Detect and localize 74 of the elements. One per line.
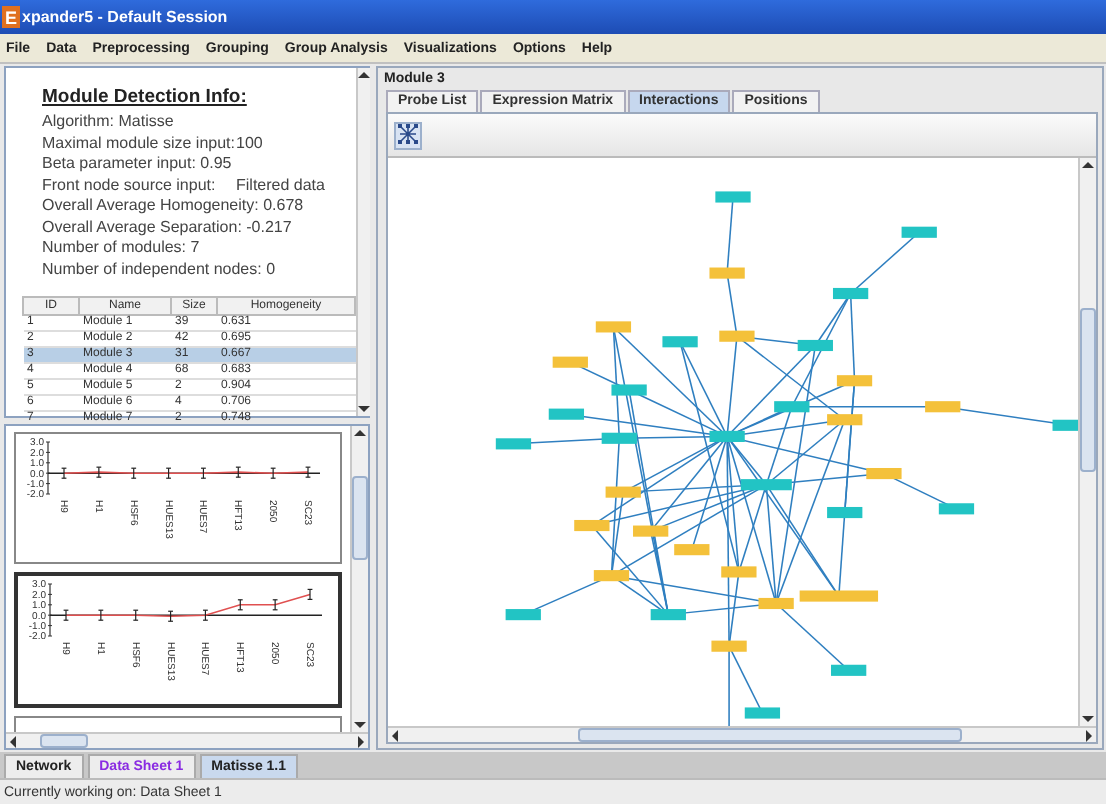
data-point (132, 609, 139, 621)
network-node (495, 438, 532, 450)
network-node (674, 544, 710, 556)
info-text: Beta parameter input: 0.95 (42, 154, 232, 175)
network-node (740, 479, 792, 491)
data-point (270, 467, 277, 479)
app-icon: E (2, 6, 20, 28)
network-node (831, 664, 867, 676)
data-point (307, 588, 313, 600)
data-point (165, 467, 172, 479)
data-point (235, 466, 242, 478)
data-point (130, 467, 137, 479)
network-node (721, 566, 757, 578)
network-node (709, 267, 745, 279)
y-axis (45, 441, 51, 495)
info-label: Front node source input: (42, 175, 218, 196)
network-node (744, 707, 781, 719)
network-node (799, 590, 879, 602)
network-node (832, 287, 869, 300)
network-node (662, 336, 698, 348)
network-node (715, 191, 751, 203)
network-node (719, 330, 755, 342)
data-point (200, 467, 207, 479)
network-node (505, 609, 541, 621)
data-point (272, 599, 279, 611)
network-node (709, 430, 745, 442)
data-point (63, 609, 69, 621)
network-node (605, 486, 641, 498)
info-heading: Module Detection Info: (42, 86, 247, 108)
info-text: Algorithm: Matisse (42, 112, 174, 133)
info-value: Filtered data (236, 175, 325, 196)
network-node (901, 226, 937, 238)
data-point (237, 599, 244, 611)
network-node (595, 321, 632, 333)
info-label: Maximal module size input: (42, 133, 236, 154)
network-node (548, 408, 584, 420)
vertical-scrollbar[interactable] (350, 426, 368, 732)
vertical-scrollbar[interactable] (356, 68, 370, 416)
network-node (650, 609, 686, 621)
horizontal-scrollbar[interactable] (6, 732, 368, 748)
data-point (95, 466, 102, 478)
y-axis (47, 583, 53, 637)
data-point (305, 466, 311, 478)
network-node (827, 506, 863, 519)
network-node (836, 375, 873, 387)
network-node (938, 503, 975, 515)
window-title: xpander5 - Default Session (22, 8, 228, 26)
network-node (925, 401, 961, 413)
network-node (758, 597, 794, 610)
info-value: 100 (236, 133, 263, 154)
info-text: Overall Average Homogeneity: 0.678 (42, 196, 304, 217)
info-text: Overall Average Separation: -0.217 (42, 217, 292, 238)
horizontal-scrollbar[interactable] (388, 726, 1096, 742)
network-node (1052, 419, 1078, 431)
info-text: Number of independent nodes: 0 (42, 259, 276, 280)
network-node (774, 401, 810, 413)
vertical-scrollbar[interactable] (1078, 158, 1096, 726)
network-node (827, 414, 863, 426)
network-node (797, 339, 833, 352)
network-node (601, 432, 637, 444)
network-node (711, 640, 747, 652)
network-node (593, 570, 630, 582)
network-node (552, 356, 588, 368)
layout-button[interactable] (394, 121, 422, 149)
network-node (611, 384, 647, 396)
data-point (97, 609, 104, 621)
data-point (167, 610, 174, 622)
data-point (61, 467, 67, 479)
network-layout-icon (397, 124, 419, 146)
network-node (866, 468, 902, 480)
network-node (633, 525, 669, 537)
data-point (202, 609, 209, 621)
network-node (574, 519, 610, 532)
info-text: Number of modules: 7 (42, 238, 200, 259)
